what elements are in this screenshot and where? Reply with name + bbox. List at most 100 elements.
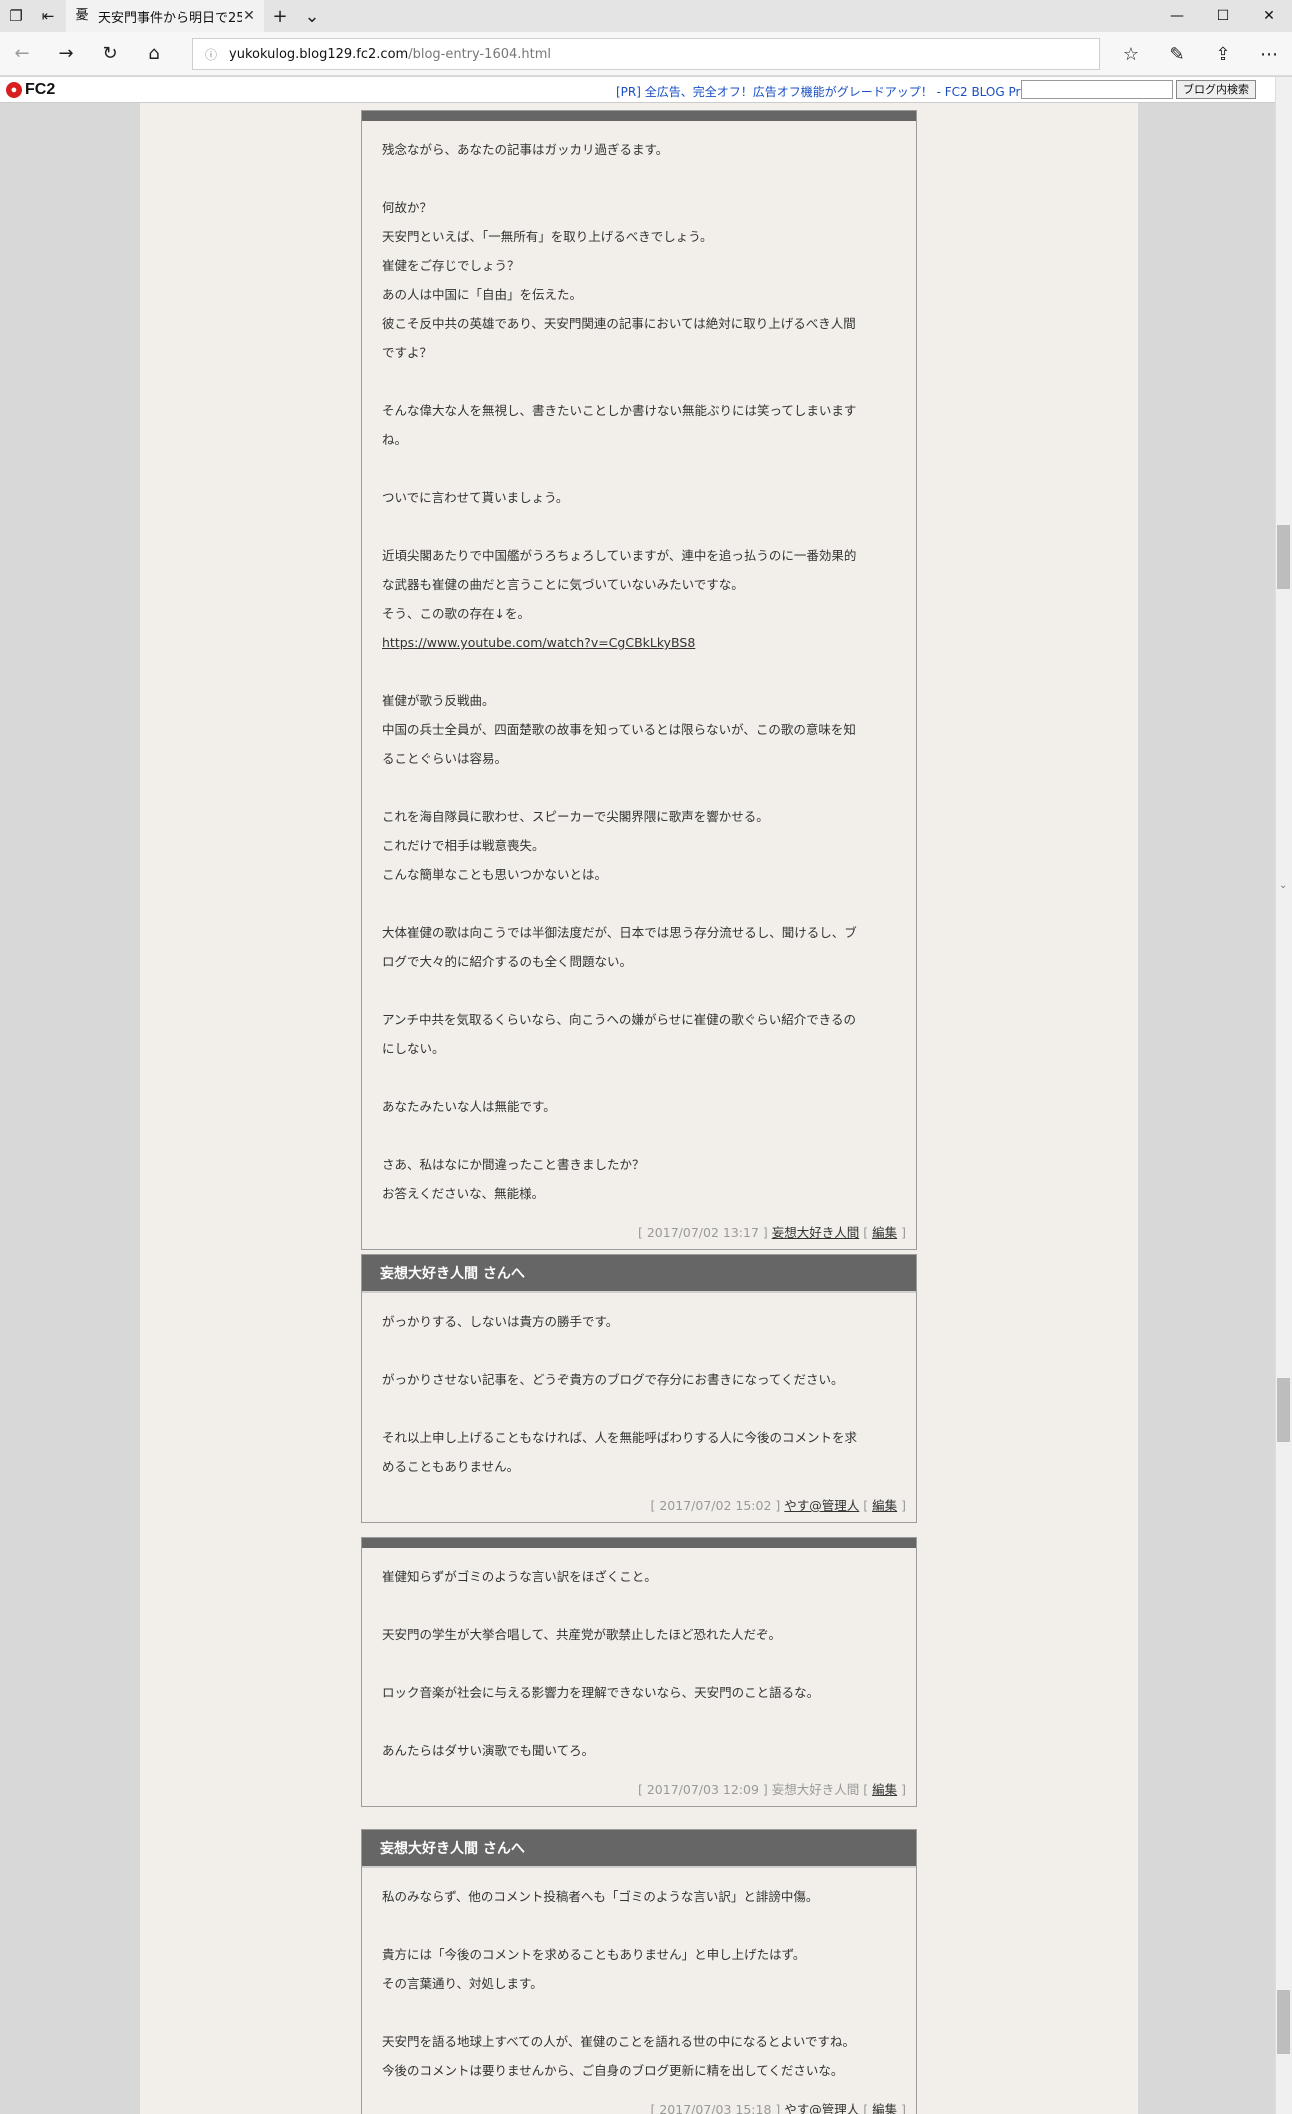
comment: 妄想大好き人間 さんへ がっかりする、しないは貴方の勝手です。がっかりさせない記… — [361, 1254, 917, 1523]
fc2-logo-icon: ● — [6, 81, 22, 98]
comment-line: 貴方には「今後のコメントを求めることもありません」と申し上げたはず。 — [382, 1947, 806, 1962]
address-bar[interactable]: ⓘ yukokulog.blog129.fc2.com/blog-entry-1… — [192, 38, 1100, 70]
page-scrollbar[interactable] — [1275, 77, 1292, 2114]
comment-meta: [ 2017/07/02 13:17 ] 妄想大好き人間 [ 編集 ] — [638, 1225, 906, 1240]
comment: 残念ながら、あなたの記事はガッカリ過ぎるます。 何故か？ 天安門といえば、「一無所有… — [361, 110, 917, 1250]
comment-line: アンチ中共を気取るくらいなら、向こうへの嫌がらせに崔健の歌ぐらい紹介できるの — [382, 1012, 857, 1027]
comment-line: がっかりする、しないは貴方の勝手です。 — [382, 1314, 619, 1329]
comment-line: 崔健知らずがゴミのような言い訳をほざくこと。 — [382, 1569, 657, 1584]
browser-tab[interactable]: 憂 天安門事件から明日で25 ✕ — [66, 0, 264, 32]
comment-line: ですよ？ — [382, 345, 433, 360]
scrollbar-marker — [1277, 1990, 1290, 2054]
comment-timestamp: [ 2017/07/02 13:17 ] — [638, 1225, 768, 1240]
blog-search-input[interactable] — [1021, 80, 1173, 99]
comment-body: 私のみならず、他のコメント投稿者へも「ゴミのような言い訳」と誹謗中傷。 貴方には「… — [362, 1868, 916, 2085]
comment-line: https://www.youtube.com/watch?v=CgCBkLky… — [382, 628, 896, 657]
comment-line: 天安門の学生が大挙合唱して、共産党が歌禁止したほど恐れた人だぞ。 — [382, 1627, 782, 1642]
tab-close-icon[interactable]: ✕ — [242, 8, 256, 24]
comment-line: その言葉通り、対処します。 — [382, 1976, 543, 1991]
web-note-icon[interactable]: ✎ — [1154, 32, 1200, 76]
fc2-logo-text: FC2 — [25, 80, 56, 98]
comment-line: 天安門を語る地球上すべての人が、崔健のことを語れる世の中になるとよいですね。 — [382, 2034, 856, 2049]
tab-favicon-icon: 憂 — [75, 8, 89, 23]
comment-line: ついでに言わせて貰いましょう。 — [382, 490, 569, 505]
scrollbar-marker — [1277, 1378, 1290, 1442]
more-icon[interactable]: ⋯ — [1246, 32, 1292, 76]
forward-icon[interactable]: → — [44, 32, 88, 76]
youtube-link[interactable]: https://www.youtube.com/watch?v=CgCBkLky… — [382, 635, 695, 650]
comment-author-link[interactable]: やす@管理人 — [784, 1498, 859, 1513]
comment-line: 大体崔健の歌は向こうでは半御法度だが、日本では思う存分流せるし、聞けるし、ブ — [382, 925, 857, 940]
comment-line: がっかりさせない記事を、どうぞ貴方のブログで存分にお書きになってください。 — [382, 1372, 844, 1387]
comment-line: そんな偉大な人を無視し、書きたいことしか書けない無能ぶりには笑ってしまいます — [382, 403, 857, 418]
comment-line: 中国の兵士全員が、四面楚歌の故事を知っているとは限らないが、この歌の意味を知 — [382, 722, 856, 737]
edit-link[interactable]: 編集 — [872, 1225, 897, 1240]
comment-line: 崔健をご存じでしょう？ — [382, 258, 520, 273]
comment-meta: [ 2017/07/02 15:02 ] やす@管理人 [ 編集 ] — [650, 1498, 907, 1513]
comment: 崔健知らずがゴミのような言い訳をほざくこと。天安門の学生が大挙合唱して、共産党が… — [361, 1537, 917, 1807]
comment-author-link[interactable]: 妄想大好き人間 — [772, 1225, 860, 1240]
comment-body: 崔健知らずがゴミのような言い訳をほざくこと。天安門の学生が大挙合唱して、共産党が… — [362, 1548, 916, 1765]
fc2-header-bar: ● FC2 [PR] 全広告、完全オフ！広告オフ機能がグレードアップ！ - FC2… — [0, 77, 1275, 103]
comment-body: がっかりする、しないは貴方の勝手です。がっかりさせない記事を、どうぞ貴方のブログ… — [362, 1293, 916, 1481]
comment-line: そう、この歌の存在↓を。 — [382, 606, 530, 621]
chevron-down-icon[interactable]: ⌄ — [296, 0, 328, 32]
pr-link[interactable]: [PR] 全広告、完全オフ！広告オフ機能がグレードアップ！ - FC2 BLOG… — [616, 83, 1028, 100]
set-aside-tabs-icon[interactable]: ⇤ — [32, 0, 64, 32]
tab-actions-icon[interactable]: ❐ — [0, 0, 32, 32]
comment-line: ログで大々的に紹介するのも全く問題ない。 — [382, 954, 633, 969]
comment-title: 妄想大好き人間 さんへ — [362, 1830, 916, 1868]
tab-title: 天安門事件から明日で25 — [98, 10, 242, 26]
favorites-icon[interactable]: ☆ — [1108, 32, 1154, 76]
refresh-icon[interactable]: ↻ — [88, 32, 132, 76]
fc2-logo[interactable]: ● FC2 — [6, 81, 55, 99]
edit-link[interactable]: 編集 — [872, 2102, 897, 2114]
comment-topbar — [362, 111, 916, 121]
minimize-icon[interactable]: — — [1154, 0, 1200, 32]
comment-title: 妄想大好き人間 さんへ — [362, 1255, 916, 1293]
comment-line: 私のみならず、他のコメント投稿者へも「ゴミのような言い訳」と誹謗中傷。 — [382, 1889, 819, 1904]
comment-line: あの人は中国に「自由」を伝えた。 — [382, 287, 583, 302]
comment-line: ロック音楽が社会に与える影響力を理解できないなら、天安門のこと語るな。 — [382, 1685, 820, 1700]
maximize-icon[interactable]: ☐ — [1200, 0, 1246, 32]
comment-author-link[interactable]: やす@管理人 — [784, 2102, 859, 2114]
comment-line: 今後のコメントは要りませんから、ご自身のブログ更新に精を出してくださいな。 — [382, 2063, 844, 2078]
scroll-down-icon[interactable]: ⌄ — [1279, 880, 1287, 891]
comment-line: 何故か？ — [382, 200, 433, 215]
comment-line: さあ、私はなにか間違ったこと書きましたか？ — [382, 1157, 645, 1172]
comment-body: 残念ながら、あなたの記事はガッカリ過ぎるます。 何故か？ 天安門といえば、「一無所有… — [362, 121, 916, 1208]
comment-timestamp: [ 2017/07/03 15:18 ] — [650, 2102, 781, 2114]
edit-link[interactable]: 編集 — [872, 1782, 897, 1797]
close-window-icon[interactable]: ✕ — [1246, 0, 1292, 32]
new-tab-icon[interactable]: + — [264, 0, 296, 32]
comment-line: 崔健が歌う反戦曲。 — [382, 693, 495, 708]
url-domain: yukokulog.blog129.fc2.com — [229, 46, 409, 62]
edit-link[interactable]: 編集 — [872, 1498, 897, 1513]
comment-line: 残念ながら、あなたの記事はガッカリ過ぎるます。 — [382, 142, 669, 157]
comment-line: あなたみたいな人は無能です。 — [382, 1099, 556, 1114]
comment-line: にしない。 — [382, 1041, 445, 1056]
comment-author: 妄想大好き人間 — [771, 1782, 860, 1797]
browser-titlebar: ❐ ⇤ 憂 天安門事件から明日で25 ✕ + ⌄ — ☐ ✕ — [0, 0, 1292, 32]
scrollbar-thumb[interactable] — [1277, 525, 1290, 589]
home-icon[interactable]: ⌂ — [132, 32, 176, 76]
site-info-icon[interactable]: ⓘ — [205, 46, 217, 63]
comment-line: ね。 — [382, 432, 408, 447]
blog-search-button[interactable]: ブログ内検索 — [1176, 80, 1256, 99]
back-icon[interactable]: ← — [0, 32, 44, 76]
comment-meta: [ 2017/07/03 12:09 ] 妄想大好き人間 [ 編集 ] — [638, 1782, 906, 1797]
share-icon[interactable]: ⇪ — [1200, 32, 1246, 76]
comment-line: 天安門といえば、「一無所有」を取り上げるべきでしょう。 — [382, 229, 713, 244]
